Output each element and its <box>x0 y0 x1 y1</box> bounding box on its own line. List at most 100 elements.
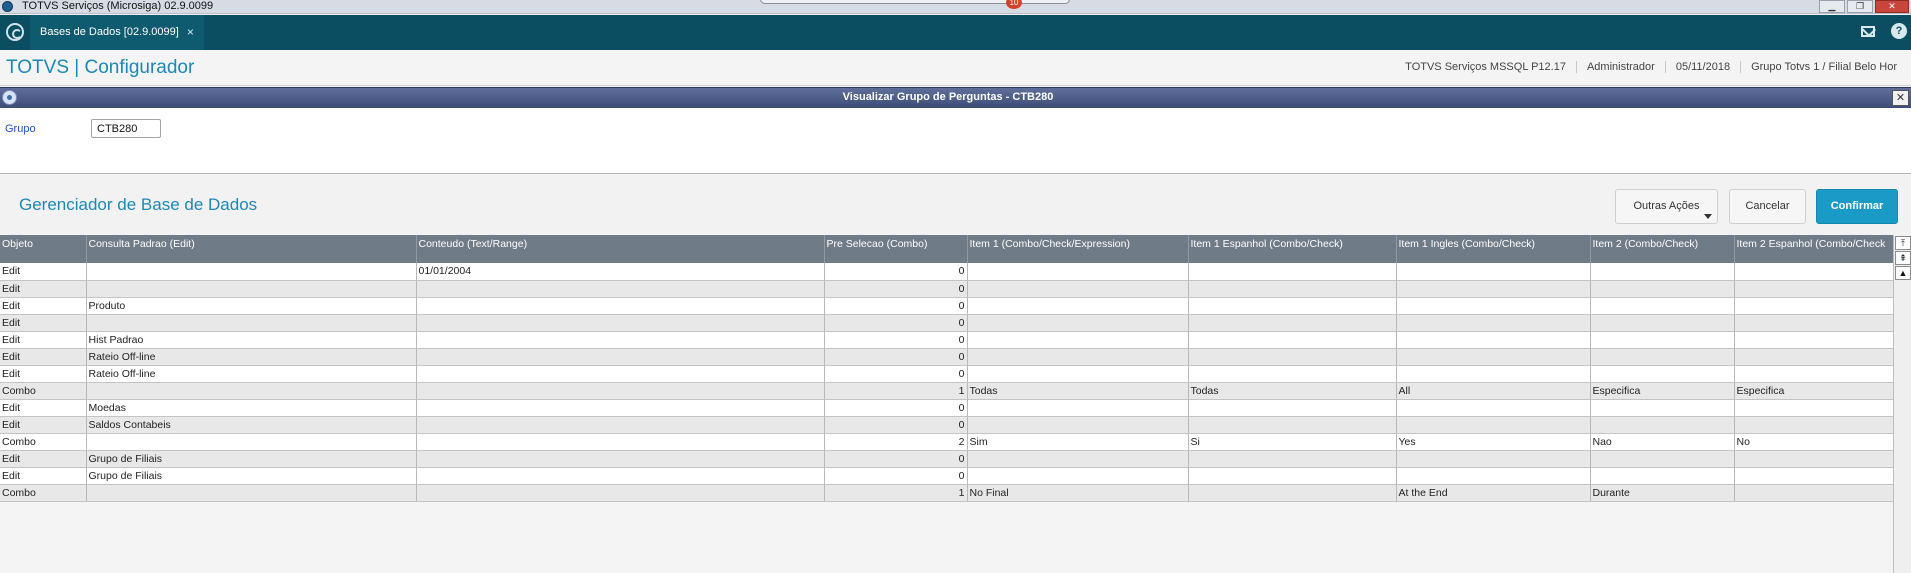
table-cell[interactable] <box>416 280 825 298</box>
table-cell[interactable]: Especifica <box>1590 382 1735 400</box>
table-cell[interactable] <box>967 365 1189 383</box>
table-cell[interactable] <box>86 314 417 332</box>
table-cell[interactable]: Grupo de Filiais <box>86 450 417 468</box>
table-row[interactable]: Edit Saldos Contabeis 0 <box>0 416 1893 434</box>
scroll-page-up-button[interactable]: ⇞ <box>1895 251 1911 265</box>
table-cell[interactable]: Especifica <box>1734 382 1893 400</box>
table-cell[interactable] <box>1590 348 1735 366</box>
home-icon[interactable] <box>6 23 24 41</box>
table-cell[interactable]: 1 <box>824 382 968 400</box>
table-cell[interactable] <box>967 450 1189 468</box>
table-row[interactable]: Edit 0 <box>0 314 1893 332</box>
column-header[interactable]: Item 1 Espanhol (Combo/Check) <box>1188 235 1397 263</box>
table-cell[interactable] <box>1396 297 1591 315</box>
table-cell[interactable] <box>1590 297 1735 315</box>
table-cell[interactable]: Combo <box>0 433 87 451</box>
tab-close-icon[interactable]: × <box>187 15 194 50</box>
table-cell[interactable] <box>1734 348 1893 366</box>
table-cell[interactable]: Edit <box>0 450 87 468</box>
table-cell[interactable]: 01/01/2004 <box>416 263 825 281</box>
column-header[interactable]: Item 2 (Combo/Check) <box>1590 235 1735 263</box>
table-cell[interactable] <box>1188 280 1397 298</box>
scroll-up-button[interactable]: ▲ <box>1895 266 1911 280</box>
table-cell[interactable]: Produto <box>86 297 417 315</box>
table-cell[interactable] <box>1396 467 1591 485</box>
table-cell[interactable]: Edit <box>0 416 87 434</box>
table-cell[interactable] <box>1188 348 1397 366</box>
table-cell[interactable]: Rateio Off-line <box>86 365 417 383</box>
table-row[interactable]: Edit Rateio Off-line 0 <box>0 365 1893 383</box>
table-cell[interactable]: 0 <box>824 280 968 298</box>
table-cell[interactable]: Edit <box>0 365 87 383</box>
table-cell[interactable] <box>416 450 825 468</box>
table-cell[interactable]: Nao <box>1590 433 1735 451</box>
tab-bases-de-dados[interactable]: Bases de Dados [02.9.0099] × <box>30 15 204 50</box>
table-cell[interactable] <box>1188 467 1397 485</box>
table-row[interactable]: Combo 1 Todas Todas All Especifica Especifica <box>0 382 1893 400</box>
table-cell[interactable] <box>416 467 825 485</box>
notification-count-badge[interactable]: 10 <box>1006 0 1022 9</box>
table-cell[interactable] <box>1734 484 1893 502</box>
table-cell[interactable]: Todas <box>967 382 1189 400</box>
table-cell[interactable] <box>1396 314 1591 332</box>
table-cell[interactable] <box>1590 365 1735 383</box>
table-cell[interactable] <box>416 382 825 400</box>
table-cell[interactable] <box>86 433 417 451</box>
table-cell[interactable]: Sim <box>967 433 1189 451</box>
column-header[interactable]: Item 1 Ingles (Combo/Check) <box>1396 235 1591 263</box>
table-cell[interactable] <box>416 433 825 451</box>
table-cell[interactable]: Combo <box>0 484 87 502</box>
table-cell[interactable] <box>1396 416 1591 434</box>
table-cell[interactable]: Grupo de Filiais <box>86 467 417 485</box>
table-cell[interactable] <box>1734 314 1893 332</box>
table-cell[interactable] <box>967 280 1189 298</box>
table-cell[interactable] <box>1396 399 1591 417</box>
table-cell[interactable] <box>1188 450 1397 468</box>
table-cell[interactable]: 0 <box>824 331 968 349</box>
mail-icon[interactable] <box>1861 26 1875 37</box>
table-cell[interactable] <box>1734 331 1893 349</box>
scroll-top-button[interactable]: ⤒ <box>1895 236 1911 250</box>
table-cell[interactable] <box>1590 314 1735 332</box>
table-cell[interactable] <box>1396 365 1591 383</box>
minimize-button[interactable]: ▁ <box>1819 0 1845 13</box>
table-cell[interactable]: 0 <box>824 399 968 417</box>
table-cell[interactable]: No <box>1734 433 1893 451</box>
table-cell[interactable] <box>1734 450 1893 468</box>
column-header[interactable]: Conteudo (Text/Range) <box>416 235 825 263</box>
table-row[interactable]: Edit Grupo de Filiais 0 <box>0 450 1893 468</box>
table-cell[interactable]: 0 <box>824 314 968 332</box>
table-cell[interactable] <box>1590 450 1735 468</box>
table-cell[interactable] <box>1396 263 1591 281</box>
table-cell[interactable] <box>1734 263 1893 281</box>
table-row[interactable]: Edit 0 <box>0 280 1893 298</box>
table-cell[interactable]: Edit <box>0 331 87 349</box>
table-cell[interactable] <box>1188 484 1397 502</box>
table-cell[interactable]: Edit <box>0 348 87 366</box>
column-header[interactable]: Objeto <box>0 235 87 263</box>
table-row[interactable]: Edit Hist Padrao 0 <box>0 331 1893 349</box>
table-cell[interactable] <box>967 263 1189 281</box>
table-cell[interactable] <box>1590 416 1735 434</box>
table-cell[interactable] <box>967 314 1189 332</box>
table-cell[interactable] <box>416 297 825 315</box>
table-cell[interactable]: No Final <box>967 484 1189 502</box>
table-cell[interactable]: Si <box>1188 433 1397 451</box>
table-cell[interactable]: 0 <box>824 297 968 315</box>
table-cell[interactable] <box>416 314 825 332</box>
table-cell[interactable] <box>1734 399 1893 417</box>
table-cell[interactable] <box>1188 365 1397 383</box>
table-cell[interactable]: Moedas <box>86 399 417 417</box>
table-cell[interactable]: Yes <box>1396 433 1591 451</box>
table-cell[interactable]: 0 <box>824 467 968 485</box>
table-cell[interactable]: Edit <box>0 297 87 315</box>
table-cell[interactable] <box>1188 331 1397 349</box>
table-cell[interactable] <box>1188 399 1397 417</box>
table-cell[interactable] <box>416 331 825 349</box>
table-cell[interactable]: At the End <box>1396 484 1591 502</box>
table-row[interactable]: Edit Rateio Off-line 0 <box>0 348 1893 366</box>
grupo-input[interactable] <box>91 119 161 138</box>
table-cell[interactable] <box>1590 399 1735 417</box>
table-cell[interactable] <box>1396 450 1591 468</box>
table-row[interactable]: Edit Produto 0 <box>0 297 1893 315</box>
